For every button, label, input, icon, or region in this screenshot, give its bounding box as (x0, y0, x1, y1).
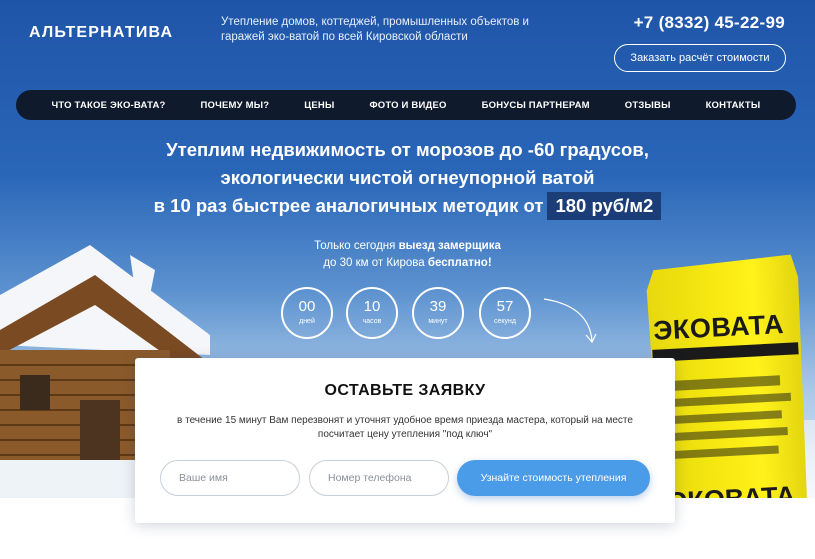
nav-item-photo-video[interactable]: ФОТО И ВИДЕО (369, 100, 446, 111)
timer-seconds-unit: секунд (494, 318, 516, 325)
price-badge: 180 руб/м2 (547, 192, 662, 220)
name-input[interactable] (160, 460, 300, 496)
curved-arrow-icon (543, 298, 597, 344)
hero-headline: Утеплим недвижимость от морозов до -60 г… (0, 136, 815, 220)
timer-days-unit: дней (299, 318, 315, 325)
headline-line-1: Утеплим недвижимость от морозов до -60 г… (166, 139, 649, 160)
timer-minutes: 39 минут (412, 287, 464, 339)
free-visit-free: бесплатно! (427, 257, 492, 269)
headline-line-3-text: в 10 раз быстрее аналогичных методик от (153, 195, 544, 216)
free-visit-distance: до 30 км от Кирова (323, 257, 428, 269)
headline-line-2: экологически чистой огнеупорной ватой (220, 167, 595, 188)
nav-item-prices[interactable]: ЦЕНЫ (304, 100, 334, 111)
main-nav: ЧТО ТАКОЕ ЭКО-ВАТА? ПОЧЕМУ МЫ? ЦЕНЫ ФОТО… (16, 90, 796, 120)
order-estimate-button[interactable]: Заказать расчёт стоимости (614, 44, 786, 72)
site-logo[interactable]: АЛЬТЕРНАТИВА (29, 24, 173, 42)
timer-hours: 10 часов (346, 287, 398, 339)
headline-line-3: в 10 раз быстрее аналогичных методик от 1… (0, 192, 815, 220)
timer-hours-value: 10 (363, 298, 381, 315)
header-phone[interactable]: +7 (8332) 45-22-99 (634, 13, 785, 33)
free-visit-bold: выезд замерщика (398, 240, 501, 252)
timer-seconds: 57 секунд (479, 287, 531, 339)
nav-item-why-us[interactable]: ПОЧЕМУ МЫ? (201, 100, 270, 111)
free-visit-prefix: Только сегодня (314, 240, 399, 252)
header-tagline: Утепление домов, коттеджей, промышленных… (221, 16, 529, 43)
form-title: ОСТАВЬТЕ ЗАЯВКУ (324, 382, 486, 399)
request-form-card: ОСТАВЬТЕ ЗАЯВКУ в течение 15 минут Вам п… (135, 358, 675, 523)
form-description: в течение 15 минут Вам перезвонят и уточ… (177, 415, 633, 440)
timer-hours-unit: часов (362, 318, 382, 325)
timer-minutes-unit: минут (428, 318, 448, 325)
nav-item-partner-bonuses[interactable]: БОНУСЫ ПАРТНЕРАМ (482, 100, 590, 111)
free-visit-note: Только сегодня выезд замерщика до 30 км … (0, 238, 815, 272)
nav-item-reviews[interactable]: ОТЗЫВЫ (625, 100, 671, 111)
phone-input[interactable] (309, 460, 449, 496)
get-price-button[interactable]: Узнайте стоимость утепления (457, 460, 650, 496)
timer-days: 00 дней (281, 287, 333, 339)
nav-item-contacts[interactable]: КОНТАКТЫ (706, 100, 761, 111)
nav-item-eco-wool[interactable]: ЧТО ТАКОЕ ЭКО-ВАТА? (51, 100, 165, 111)
timer-minutes-value: 39 (429, 298, 447, 315)
timer-seconds-value: 57 (496, 298, 514, 315)
timer-days-value: 00 (298, 298, 316, 315)
